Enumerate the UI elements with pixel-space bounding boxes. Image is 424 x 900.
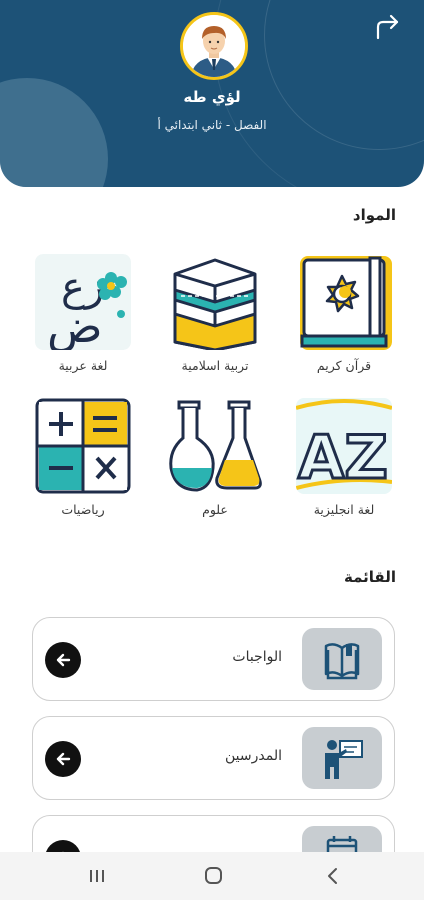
subject-science[interactable]: علوم (165, 398, 265, 517)
kaaba-icon (167, 254, 263, 350)
book-icon (302, 628, 382, 690)
subject-label: لغة انجليزية (313, 502, 375, 517)
menu-title: القائمة (344, 568, 396, 586)
profile-header: لؤي طه الفصل - ثاني ابتدائي أ (0, 0, 424, 187)
subject-label: علوم (202, 502, 228, 517)
share-arrow-icon[interactable] (372, 12, 402, 42)
subject-math[interactable]: رياضيات (33, 398, 133, 517)
home-icon[interactable] (198, 864, 228, 888)
subject-label: تربية اسلامية (181, 358, 249, 373)
subject-arabic[interactable]: زع ض لغة عربية (33, 254, 133, 373)
avatar[interactable] (180, 12, 248, 80)
subjects-title: المواد (352, 206, 396, 224)
teacher-icon (302, 727, 382, 789)
arrow-left-icon[interactable] (45, 741, 81, 777)
arabic-letters-icon: زع ض (35, 254, 131, 350)
back-icon[interactable] (318, 864, 348, 888)
arrow-left-icon[interactable] (45, 642, 81, 678)
subject-label: لغة عربية (58, 358, 108, 373)
math-operators-icon (35, 398, 131, 494)
student-name: لؤي طه (183, 88, 241, 106)
english-az-icon: AZ (296, 398, 392, 494)
subject-label: قرآن كريم (316, 358, 372, 373)
menu-label: المدرسين (225, 748, 282, 764)
system-nav-bar (0, 852, 424, 900)
subject-quran[interactable]: قرآن كريم (294, 254, 394, 373)
student-avatar-icon (183, 15, 245, 77)
subject-english[interactable]: AZ لغة انجليزية (294, 398, 394, 517)
flasks-icon (167, 398, 263, 494)
subject-label: رياضيات (61, 502, 105, 517)
menu-item-homework[interactable]: الواجبات (32, 617, 395, 701)
student-class: الفصل - ثاني ابتدائي أ (157, 118, 267, 132)
svg-text:AZ: AZ (298, 423, 388, 493)
menu-label: الواجبات (232, 649, 282, 665)
svg-text:ض: ض (47, 299, 103, 350)
subject-islamic[interactable]: تربية اسلامية (165, 254, 265, 373)
quran-icon (296, 254, 392, 350)
menu-item-teachers[interactable]: المدرسين (32, 716, 395, 800)
recent-apps-icon[interactable] (82, 864, 112, 888)
